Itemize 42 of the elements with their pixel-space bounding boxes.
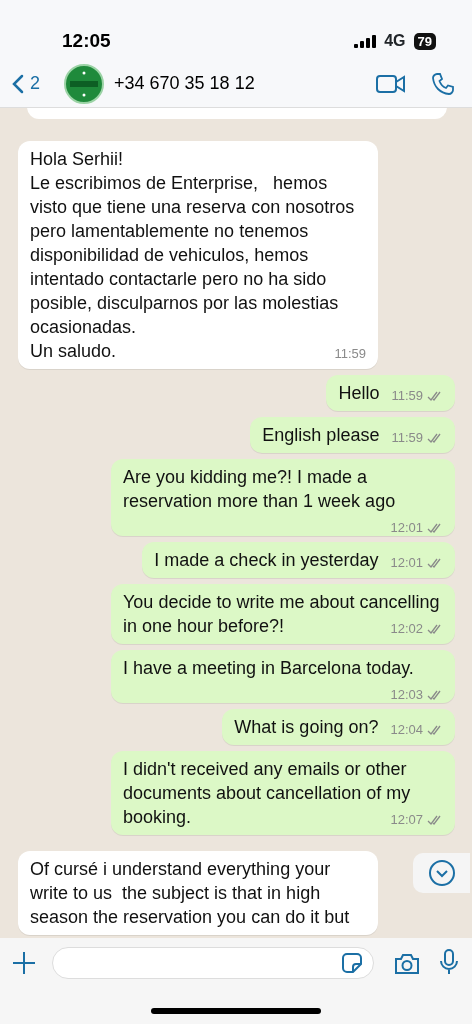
double-check-icon bbox=[427, 391, 443, 401]
video-call-icon[interactable] bbox=[376, 73, 406, 94]
battery-level: 79 bbox=[413, 32, 436, 50]
microphone-icon[interactable] bbox=[440, 949, 458, 975]
message-time: 12:03 bbox=[390, 687, 423, 703]
message-input[interactable] bbox=[52, 947, 374, 979]
signal-icon bbox=[354, 34, 377, 48]
message-text: I didn't received any emails or other documents about cancellation of my booking. 12:07 bbox=[123, 757, 443, 829]
double-check-icon bbox=[427, 815, 443, 825]
avatar-icon[interactable] bbox=[64, 63, 104, 104]
message-text: I made a check in yesterday 12:01 bbox=[154, 548, 443, 572]
network-label: 4G bbox=[384, 31, 406, 51]
double-check-icon bbox=[427, 624, 443, 634]
double-check-icon bbox=[427, 725, 443, 735]
message-time: 11:59 bbox=[391, 388, 423, 404]
double-check-icon bbox=[427, 690, 443, 700]
message-time: 11:59 bbox=[334, 346, 366, 362]
message-time: 12:01 bbox=[390, 520, 423, 536]
sticker-icon[interactable] bbox=[341, 952, 363, 974]
message-time: 12:07 bbox=[390, 812, 423, 828]
back-button[interactable]: 2 bbox=[12, 70, 40, 97]
message-text: What is going on? 12:04 bbox=[234, 715, 443, 739]
message-time: 12:01 bbox=[390, 555, 423, 571]
message-text: You decide to write me about cancelling in one hour before?! 12:02 bbox=[123, 590, 443, 638]
double-check-icon bbox=[427, 433, 443, 443]
message-time: 12:04 bbox=[390, 722, 423, 738]
double-check-icon bbox=[427, 558, 443, 568]
message-text: English please 11:59 bbox=[262, 423, 443, 447]
message-text: Of cursé i understand everything your write to us the subject is that in high season the reservation you can do it but bbox=[30, 858, 351, 929]
add-icon[interactable] bbox=[12, 950, 36, 975]
message-text: Hello 11:59 bbox=[338, 381, 443, 405]
chevron-down-icon bbox=[427, 859, 456, 887]
message-time: 12:02 bbox=[390, 621, 423, 637]
message-time: 11:59 bbox=[391, 430, 423, 446]
message-text: Hola Serhii! Le escribimos de Enterprise, hemos visto que tiene una reserva con nosotros pero lamentablemente no tenemos disponibilidad de vehiculos, hemos intentado contactarle pero no ha sido posible, disculparnos por las molestias ocasionadas. Un saludo. 11:59 bbox=[30, 148, 366, 363]
scroll-down-button[interactable] bbox=[413, 853, 470, 893]
phone-icon[interactable] bbox=[432, 72, 454, 95]
camera-icon[interactable] bbox=[394, 951, 420, 975]
contact-name[interactable]: +34 670 35 18 12 bbox=[114, 70, 376, 97]
status-time: 12:05 bbox=[62, 28, 111, 53]
double-check-icon bbox=[427, 523, 443, 533]
chevron-left-icon bbox=[12, 73, 24, 94]
